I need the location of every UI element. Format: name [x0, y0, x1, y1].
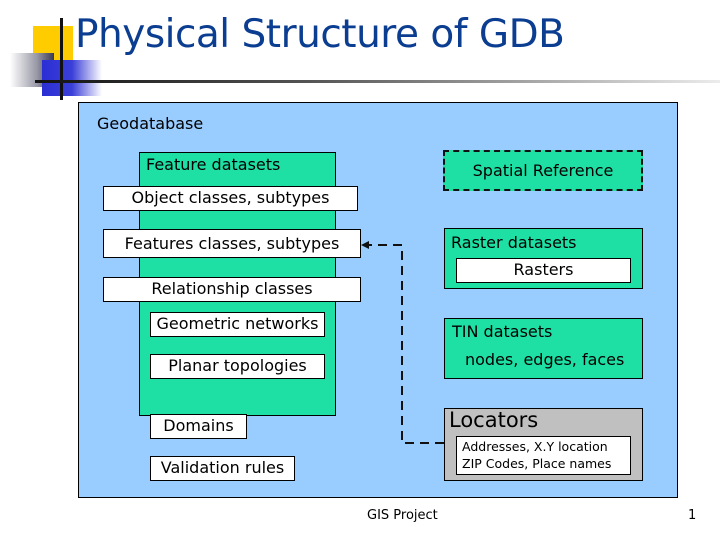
- footer-text: GIS Project: [367, 508, 438, 523]
- page-number: 1: [688, 508, 697, 523]
- arrowhead-icon: [361, 241, 369, 249]
- locator-connector: [361, 241, 444, 444]
- connector-line: [368, 244, 444, 444]
